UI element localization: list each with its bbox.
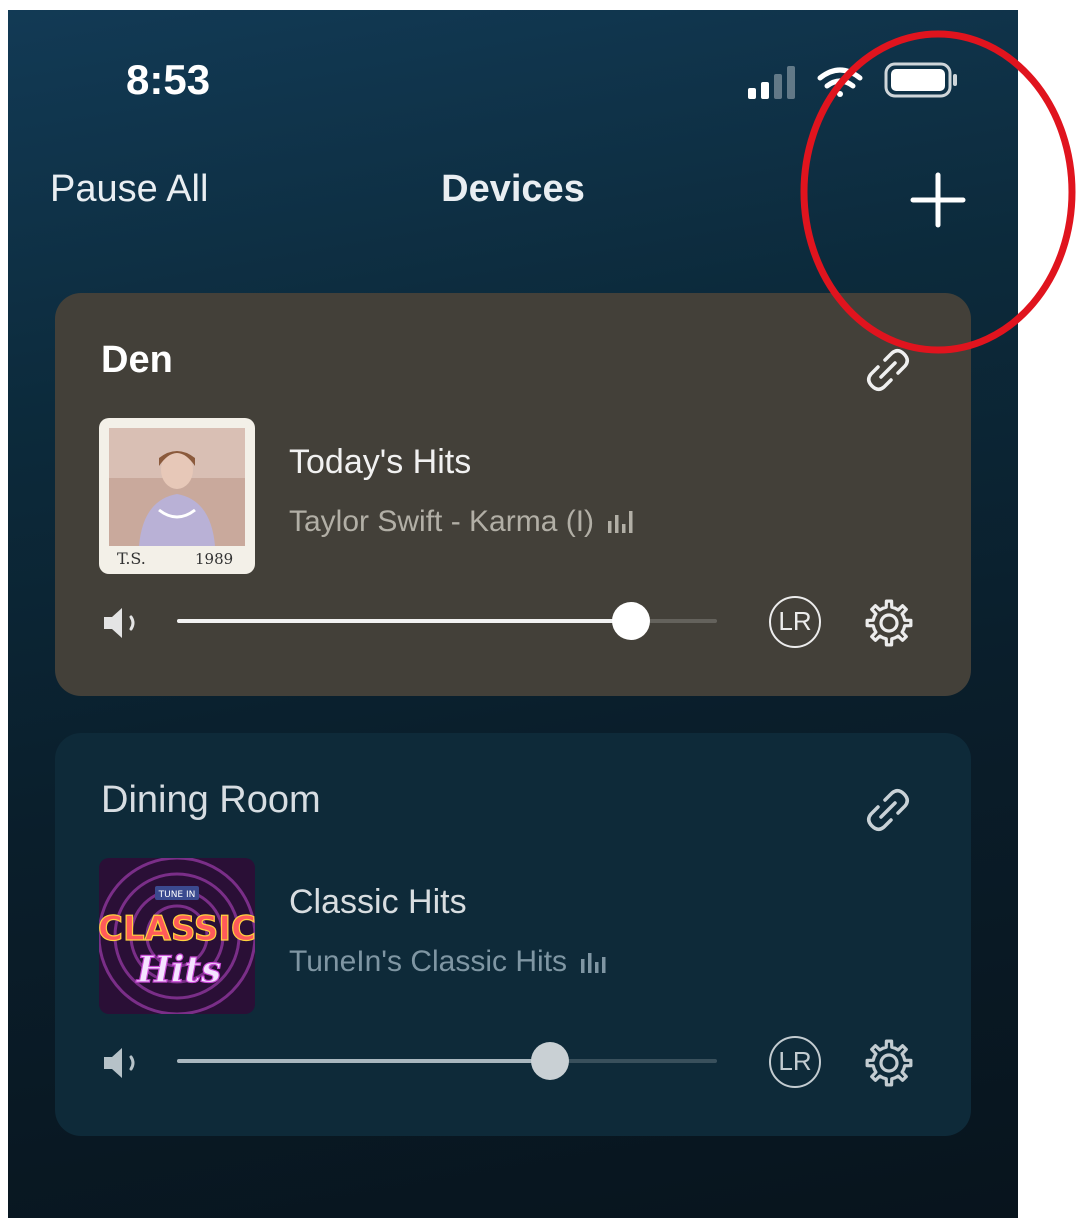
device-name: Dining Room [101, 779, 321, 821]
gear-icon[interactable] [861, 595, 917, 651]
volume-slider[interactable] [177, 1042, 717, 1080]
status-time: 8:53 [126, 56, 211, 103]
album-art: T.S. 1989 [99, 418, 255, 574]
page-title-text: Devices [441, 168, 585, 210]
stereo-pair-button[interactable]: LR [769, 596, 821, 648]
volume-icon [104, 608, 135, 638]
album-art-initials: T.S. [117, 549, 146, 568]
album-art-subtitle: Hits [136, 949, 222, 991]
album-art: TUNE IN CLASSIC Hits [99, 858, 255, 1014]
volume-icon [104, 1048, 135, 1078]
volume-slider-fill [177, 619, 631, 623]
now-playing: TuneIn's Classic Hits [289, 945, 568, 978]
equalizer-icon [581, 953, 606, 973]
volume-slider-thumb[interactable] [611, 602, 650, 640]
volume-slider-fill [177, 1059, 550, 1063]
pause-all-button[interactable]: Pause All [50, 168, 208, 211]
device-card-dining-room[interactable]: Dining Room TUNE IN CLASSIC Hits Classic… [55, 733, 971, 1136]
now-playing: Taylor Swift - Karma (I) [289, 505, 595, 538]
equalizer-icon [608, 511, 633, 533]
volume-slider[interactable] [177, 602, 717, 640]
link-icon[interactable] [861, 783, 915, 837]
station-name: Classic Hits [289, 883, 467, 921]
cellular-signal-icon [748, 66, 795, 99]
stereo-pair-button[interactable]: LR [769, 1036, 821, 1088]
gear-icon[interactable] [861, 1035, 917, 1091]
annotation-circle [800, 30, 1076, 354]
volume-slider-thumb[interactable] [530, 1042, 569, 1080]
album-art-year: 1989 [195, 550, 233, 568]
now-playing-row: TuneIn's Classic Hits [289, 945, 609, 979]
album-art-badge: TUNE IN [158, 890, 196, 900]
station-name: Today's Hits [289, 443, 472, 481]
now-playing-row: Taylor Swift - Karma (I) [289, 505, 636, 539]
album-art-title: CLASSIC [99, 909, 255, 949]
device-name: Den [101, 339, 173, 381]
